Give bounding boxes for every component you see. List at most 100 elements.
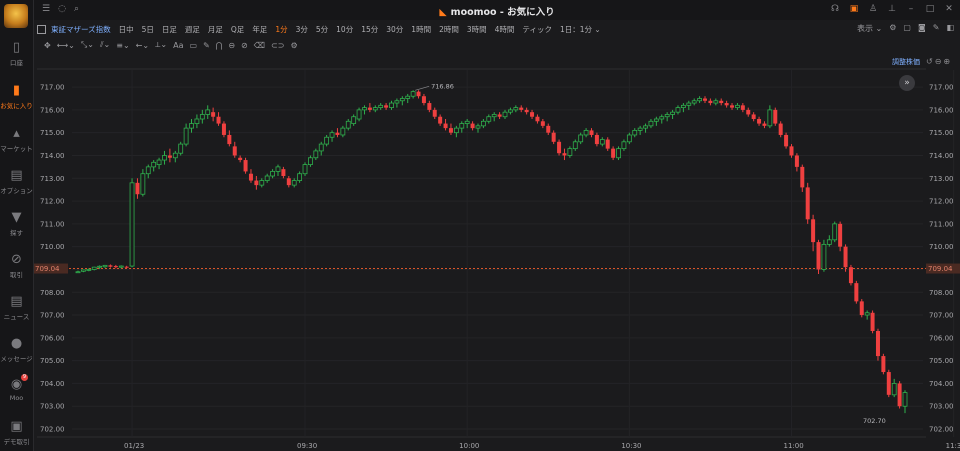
candle-body-up bbox=[324, 136, 330, 145]
candle-body-up bbox=[302, 164, 308, 175]
candle-body-up bbox=[632, 130, 638, 136]
candle-body-down bbox=[248, 173, 253, 181]
candle-body-down bbox=[800, 166, 805, 188]
candle-body-down bbox=[530, 112, 535, 117]
candle-body-up bbox=[713, 100, 719, 104]
candle-body-up bbox=[864, 312, 870, 316]
y-tick-label-right: 714.00 bbox=[929, 152, 954, 160]
y-tick-label-right: 713.00 bbox=[929, 175, 954, 183]
candle-body-up bbox=[81, 269, 86, 272]
candle-body-up bbox=[626, 134, 632, 143]
candle-body-up bbox=[513, 107, 519, 111]
y-tick-label-left: 706.00 bbox=[40, 334, 65, 342]
candle-body-up bbox=[329, 132, 335, 138]
candlestick-chart[interactable]: 717.00 717.00 716.00 716.00 715.00 715.00 714.… bbox=[0, 0, 960, 451]
candle-body-down bbox=[211, 112, 216, 117]
candle-body-down bbox=[843, 246, 848, 268]
candle-body-down bbox=[497, 114, 502, 117]
candle-body-up bbox=[308, 157, 313, 165]
candle-body-up bbox=[502, 111, 508, 118]
y-tick-label-right: 717.00 bbox=[929, 84, 954, 92]
candle-body-down bbox=[524, 109, 529, 113]
candle-body-up bbox=[891, 383, 897, 396]
candle-body-down bbox=[811, 219, 816, 243]
candle-body-up bbox=[151, 161, 157, 168]
candle-body-up bbox=[86, 269, 92, 271]
candle-body-up bbox=[183, 127, 189, 145]
candle-body-up bbox=[616, 148, 621, 159]
candle-body-up bbox=[653, 118, 659, 122]
y-tick-label-left: 717.00 bbox=[40, 84, 65, 92]
candle-body-down bbox=[443, 123, 448, 129]
y-tick-label-right: 705.00 bbox=[929, 357, 954, 365]
candle-body-up bbox=[389, 102, 394, 109]
candle-body-up bbox=[162, 155, 167, 161]
candle-body-up bbox=[621, 141, 627, 150]
y-tick-label-left: 716.00 bbox=[40, 106, 65, 114]
y-tick-label-right: 702.00 bbox=[929, 426, 954, 434]
candle-body-up bbox=[297, 173, 303, 181]
candle-body-down bbox=[719, 100, 724, 104]
candle-body-up bbox=[194, 118, 200, 124]
y-tick-label-left: 714.00 bbox=[40, 152, 65, 160]
y-tick-label-left: 713.00 bbox=[40, 175, 65, 183]
y-tick-label-left: 710.00 bbox=[40, 243, 65, 251]
candle-body-up bbox=[91, 266, 97, 270]
candle-body-down bbox=[870, 312, 875, 332]
candle-body-down bbox=[794, 155, 799, 167]
candle-body-down bbox=[221, 123, 226, 135]
candle-body-down bbox=[784, 134, 789, 147]
y-tick-label-right: 707.00 bbox=[929, 312, 954, 320]
candle-body-down bbox=[740, 105, 745, 110]
candle-body-up bbox=[189, 123, 194, 129]
candle-body-up bbox=[697, 98, 703, 102]
candle-body-down bbox=[519, 107, 524, 110]
candle-body-up bbox=[340, 127, 346, 136]
candle-body-up bbox=[410, 91, 416, 97]
candle-body-up bbox=[264, 175, 270, 181]
candle-body-up bbox=[767, 109, 773, 127]
y-tick-label-left: 715.00 bbox=[40, 129, 65, 137]
candle-body-down bbox=[227, 134, 232, 145]
candle-body-up bbox=[583, 130, 589, 136]
candle-body-up bbox=[453, 127, 459, 134]
candle-body-up bbox=[572, 141, 578, 150]
candle-body-down bbox=[335, 132, 340, 135]
y-tick-label-right: 715.00 bbox=[929, 129, 954, 137]
candle-body-up bbox=[313, 150, 319, 159]
y-tick-label-left: 711.00 bbox=[40, 220, 65, 228]
candle-body-up bbox=[129, 182, 135, 267]
candle-body-down bbox=[848, 267, 853, 284]
candle-body-up bbox=[486, 116, 492, 122]
candle-body-up bbox=[491, 114, 497, 118]
candle-body-up bbox=[140, 173, 146, 195]
candle-body-up bbox=[318, 143, 324, 152]
reference-price-label-right: 709.04 bbox=[928, 265, 953, 273]
candle-body-down bbox=[703, 98, 708, 101]
candle-body-down bbox=[881, 356, 886, 373]
candle-body-down bbox=[789, 146, 794, 156]
candle-body-down bbox=[167, 155, 172, 158]
y-tick-label-right: 710.00 bbox=[929, 243, 954, 251]
candle-body-up bbox=[659, 116, 665, 120]
candle-body-up bbox=[102, 264, 108, 268]
candle-body-up bbox=[475, 125, 481, 129]
candle-body-up bbox=[902, 392, 908, 407]
candle-body-down bbox=[113, 266, 118, 268]
candle-body-down bbox=[216, 116, 221, 124]
candle-body-up bbox=[145, 166, 151, 175]
expand-panel-button[interactable]: » bbox=[899, 75, 915, 91]
candle-body-down bbox=[730, 105, 735, 108]
candle-body-down bbox=[773, 109, 778, 124]
candle-body-down bbox=[286, 178, 291, 186]
y-tick-label-right: 703.00 bbox=[929, 403, 954, 411]
candle-body-up bbox=[118, 265, 124, 268]
y-tick-label-left: 707.00 bbox=[40, 312, 65, 320]
candle-body-up bbox=[686, 102, 692, 106]
candle-body-up bbox=[648, 120, 654, 127]
candle-body-down bbox=[611, 148, 616, 158]
candle-body-up bbox=[405, 95, 411, 99]
candle-body-down bbox=[438, 116, 443, 124]
y-tick-label-right: 706.00 bbox=[929, 334, 954, 342]
y-tick-label-left: 712.00 bbox=[40, 198, 65, 206]
